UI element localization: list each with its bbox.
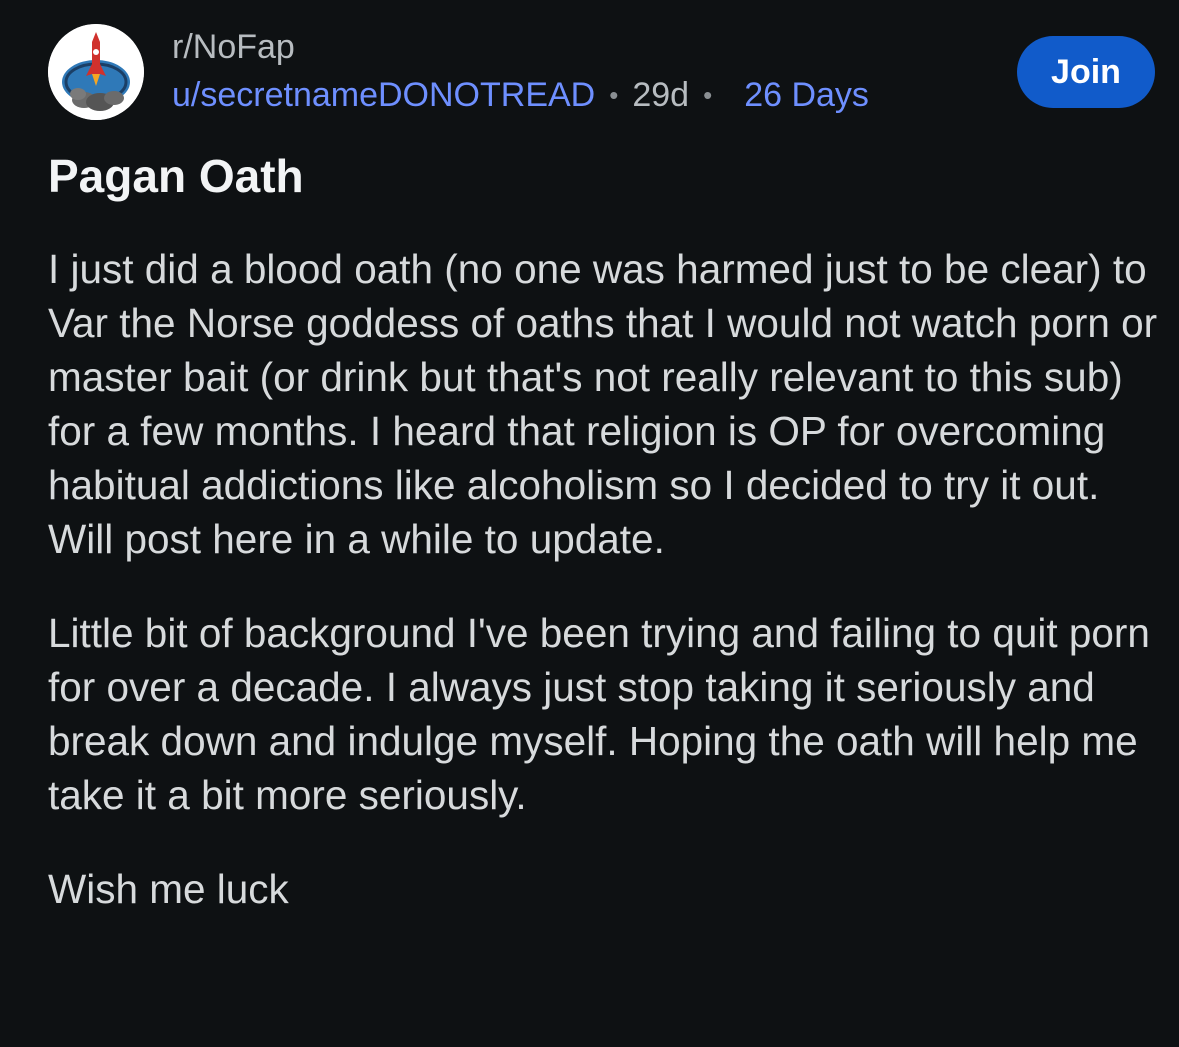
post-paragraph: I just did a blood oath (no one was harm… (48, 246, 1158, 562)
post-paragraph: Wish me luck (48, 866, 289, 912)
post-body: I just did a blood oath (no one was harm… (48, 242, 1158, 956)
author-link[interactable]: u/secretnameDONOTREAD (172, 74, 595, 116)
post-meta: u/secretnameDONOTREAD • 29d • 26 Days (172, 74, 869, 116)
subreddit-rocket-icon (48, 24, 144, 120)
post-paragraph: Little bit of background I've been tryin… (48, 610, 1150, 818)
post-title: Pagan Oath (48, 150, 304, 202)
subreddit-name[interactable]: r/NoFap (172, 27, 295, 67)
user-flair: 26 Days (744, 76, 869, 114)
post-age: 29d (632, 76, 690, 114)
subreddit-avatar[interactable] (48, 24, 144, 120)
meta-separator: • (609, 80, 619, 110)
meta-separator: • (703, 80, 713, 110)
join-button[interactable]: Join (1017, 36, 1155, 108)
